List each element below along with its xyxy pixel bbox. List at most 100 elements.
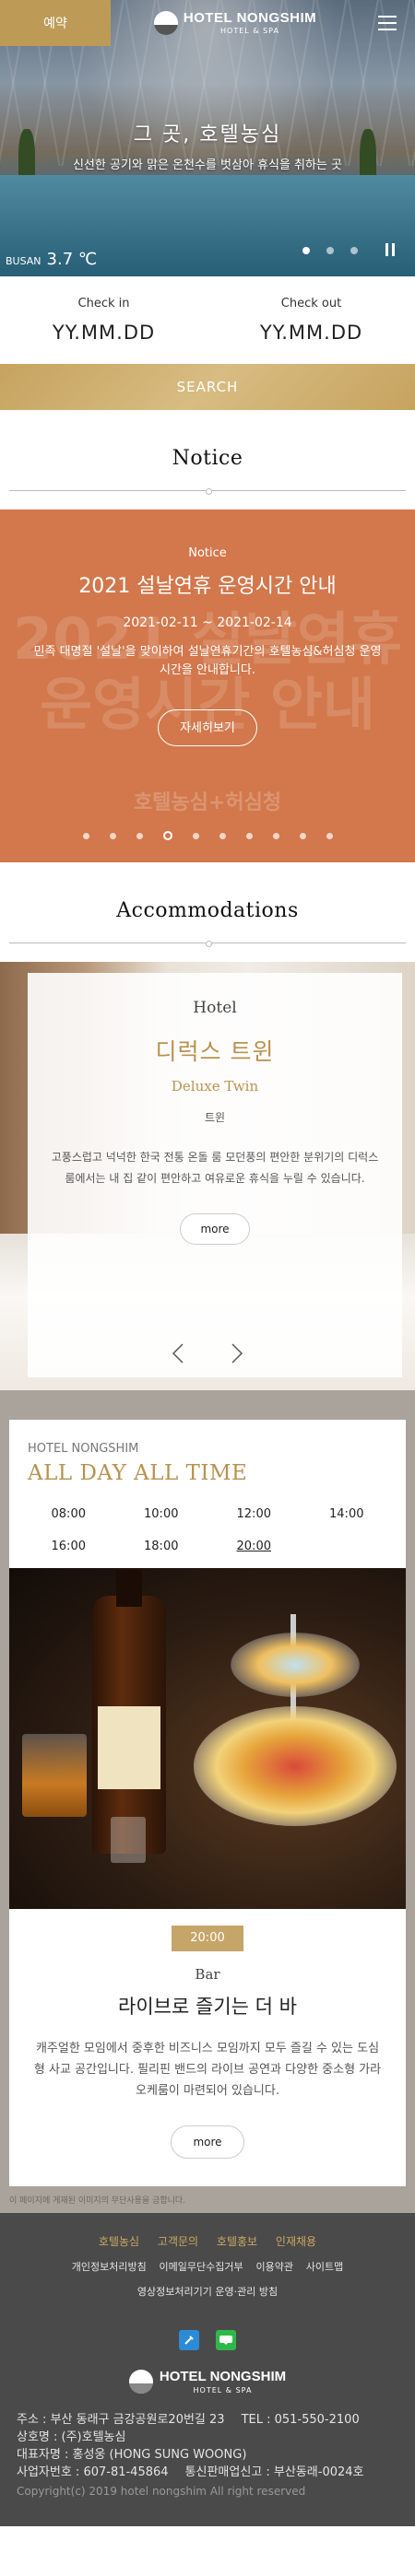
whisky-bottle [92, 1570, 166, 1854]
accommodations-section: Accommodations Hotel 디럭스 트윈 Deluxe Twin … [0, 862, 415, 1390]
notice-pagination [0, 831, 415, 840]
brand-sub: HOTEL & SPA [220, 27, 279, 35]
time-tab[interactable]: 10:00 [115, 1507, 208, 1521]
bar-photo [9, 1568, 406, 1909]
notice-kicker: Notice [188, 546, 227, 560]
footer-link[interactable]: 이용약관 [255, 2261, 292, 2273]
checkin-label: Check in [77, 297, 130, 310]
notice-dot[interactable] [109, 832, 116, 839]
footer-logo[interactable]: HOTEL NONGSHIM HOTEL & SPA [0, 2369, 415, 2395]
brand-name: HOTEL NONGSHIM [183, 10, 317, 26]
weather-city: BUSAN [6, 255, 42, 267]
notice-dot[interactable] [299, 832, 306, 839]
notice-slide: 2021 설날연휴 운영시간 안내 호텔농심+허심청 Notice 2021 설… [0, 509, 415, 862]
time-tabs: 08:00 10:00 12:00 14:00 16:00 18:00 20:0… [22, 1507, 393, 1553]
pause-icon[interactable] [385, 243, 395, 256]
room-more-button[interactable]: more [180, 1213, 250, 1245]
image-copyright-note: 이 페이지에 게재된 이미지의 무단사용을 금합니다. [0, 2186, 415, 2213]
fruit-tray-bottom [194, 1706, 397, 1826]
company-ceo: 대표자명 : 홍성웅 (HONG SUNG WOONG) [17, 2448, 247, 2462]
notice-dot[interactable] [192, 832, 199, 839]
company-mail-order: 통신판매업신고 : 부산동래-0024호 [184, 2465, 364, 2479]
room-type: 트윈 [204, 1111, 226, 1124]
hero-dot[interactable] [326, 247, 334, 254]
copyright: Copyright(c) 2019 hotel nongshim All rig… [17, 2485, 306, 2498]
time-tab-active[interactable]: 20:00 [208, 1540, 301, 1553]
footer-link[interactable]: 개인정보처리방침 [72, 2261, 147, 2273]
brand-logo[interactable]: HOTEL NONGSHIM HOTEL & SPA [111, 0, 360, 46]
search-button[interactable]: SEARCH [0, 364, 415, 410]
notice-dot[interactable] [162, 831, 172, 840]
notice-dot[interactable] [136, 832, 143, 839]
dining-card: HOTEL NONGSHIM ALL DAY ALL TIME 08:00 10… [9, 1420, 406, 2186]
checkin-field[interactable]: Check in YY.MM.DD [0, 276, 208, 364]
accommodations-heading-block: Accommodations [0, 862, 415, 947]
venue-description: 캐주얼한 모임에서 중후한 비즈니스 모임까지 모두 즐길 수 있는 도심형 사… [33, 2042, 382, 2098]
hero-title: 그 곳, 호텔농심 [133, 123, 282, 146]
room-kind: Hotel [193, 999, 237, 1017]
notice-description: 민족 대명절 '설날'을 맞이하여 설날연휴기간의 호텔농심&허심청 운영시간을… [33, 645, 382, 677]
notice-dot[interactable] [82, 832, 89, 839]
notice-dot[interactable] [326, 832, 333, 839]
room-name-en: Deluxe Twin [171, 1078, 259, 1095]
footer-link[interactable]: 호텔농심 [99, 2235, 139, 2248]
footer-link[interactable]: 고객문의 [158, 2235, 198, 2248]
footer-link[interactable]: 호텔홍보 [217, 2235, 257, 2248]
footer-link[interactable]: 인재채용 [276, 2235, 316, 2248]
hero-subtitle: 신선한 공기와 맑은 온천수를 벗삼아 휴식을 취하는 곳 [72, 158, 343, 172]
checkin-value: YY.MM.DD [52, 322, 156, 344]
checkout-field[interactable]: Check out YY.MM.DD [208, 276, 415, 364]
checkout-value: YY.MM.DD [259, 322, 363, 344]
footer-link[interactable]: 사이트맵 [306, 2261, 343, 2273]
notice-heading-block: Notice [0, 410, 415, 495]
room-slide: Hotel 디럭스 트윈 Deluxe Twin 트윈 고풍스럽고 넉넉한 한국… [0, 962, 415, 1390]
section-title: Notice [172, 447, 243, 470]
company-info: 주소 : 부산 동래구 금강공원로20번길 23 TEL : 051-550-2… [17, 2411, 415, 2500]
whisky-glass [22, 1734, 87, 1817]
dining-hotel-label: HOTEL NONGSHIM [28, 1442, 139, 1456]
hero-pagination [302, 247, 358, 254]
weather-temp: 3.7 ℃ [46, 250, 98, 269]
room-description: 고풍스럽고 넉넉한 한국 전통 온돌 룸 모던풍의 편안한 분위기의 디럭스 룸… [51, 1151, 379, 1185]
time-tab[interactable]: 14:00 [301, 1507, 394, 1521]
room-arrows [0, 1342, 415, 1364]
divider [9, 488, 406, 495]
time-tab[interactable]: 16:00 [22, 1540, 115, 1553]
hero-dot[interactable] [350, 247, 358, 254]
fruit-tray-top [231, 1633, 360, 1697]
booking-dates: Check in YY.MM.DD Check out YY.MM.DD [0, 276, 415, 364]
company-address: 주소 : 부산 동래구 금강공원로20번길 23 [17, 2413, 225, 2427]
venue-name: 라이브로 즐기는 더 바 [118, 1996, 297, 2018]
footer-link[interactable]: 영상정보처리기기 운영·관리 방침 [137, 2286, 278, 2298]
checkout-label: Check out [280, 297, 342, 310]
site-footer: 호텔농심 고객문의 호텔홍보 인재채용 개인정보처리방침 이메일무단수집거부 이… [0, 2213, 415, 2526]
notice-dot[interactable] [272, 832, 279, 839]
company-name: 상호명 : (주)호텔농심 [17, 2430, 126, 2444]
hero-banner: 예약 HOTEL NONGSHIM HOTEL & SPA 그 곳, 호텔농심 … [0, 0, 415, 276]
time-tab[interactable]: 12:00 [208, 1507, 301, 1521]
footer-menu: 호텔농심 고객문의 호텔홍보 인재채용 개인정보처리방침 이메일무단수집거부 이… [0, 2230, 415, 2304]
time-tab[interactable]: 18:00 [115, 1540, 208, 1553]
footer-brand-sub: HOTEL & SPA [193, 2386, 253, 2395]
hero-dot[interactable] [302, 247, 310, 254]
footer-link[interactable]: 이메일무단수집거부 [160, 2261, 243, 2273]
naver-blog-icon[interactable] [216, 2330, 236, 2350]
top-bar: 예약 HOTEL NONGSHIM HOTEL & SPA [0, 0, 415, 46]
company-tel: TEL : 051-550-2100 [241, 2413, 360, 2427]
notice-dot[interactable] [219, 832, 226, 839]
time-badge: 20:00 [172, 1926, 243, 1951]
hamburger-menu-icon[interactable] [360, 0, 415, 46]
footer-brand-name: HOTEL NONGSHIM [159, 2369, 287, 2384]
logo-mark-icon [128, 2370, 153, 2394]
time-tab[interactable]: 08:00 [22, 1507, 115, 1521]
chevron-left-icon[interactable] [167, 1342, 189, 1364]
blog-icon[interactable] [179, 2330, 199, 2350]
notice-section: Notice 2021 설날연휴 운영시간 안내 호텔농심+허심청 Notice… [0, 410, 415, 862]
venue-more-button[interactable]: more [171, 2125, 244, 2159]
notice-dot[interactable] [245, 832, 253, 839]
notice-more-button[interactable]: 자세히보기 [158, 709, 257, 746]
section-title: Accommodations [116, 899, 299, 922]
chevron-right-icon[interactable] [226, 1342, 248, 1364]
notice-date: 2021-02-11 ~ 2021-02-14 [123, 615, 292, 630]
reserve-button[interactable]: 예약 [0, 0, 111, 46]
